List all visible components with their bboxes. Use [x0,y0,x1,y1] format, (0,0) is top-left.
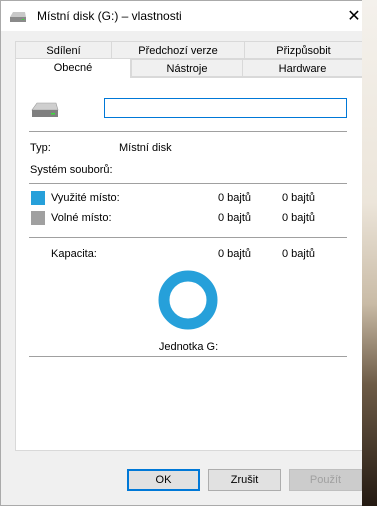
drive-letter-label: Jednotka G: [158,341,219,353]
tab-sharing[interactable]: Sdílení [15,41,112,59]
window-title: Místní disk (G:) – vlastnosti [37,9,182,23]
capacity-label: Kapacita: [51,248,97,260]
donut-free-arc [158,270,218,330]
type-value: Místní disk [119,142,172,154]
free-space-label: Volné místo: [51,212,112,224]
separator [29,131,347,132]
tab-previous-versions[interactable]: Předchozí verze [111,41,245,59]
cancel-button[interactable]: Zrušit [208,469,281,491]
usage-donut [158,270,218,330]
separator [29,356,347,357]
general-panel [15,77,363,451]
tab-label: Sdílení [46,45,81,57]
desktop-background-right [362,0,377,506]
free-space-size: 0 bajtů [281,212,315,224]
tab-label: Přizpůsobit [276,45,331,57]
capacity-size: 0 bajtů [281,248,315,260]
tab-label: Nástroje [166,63,208,75]
capacity-bytes: 0 bajtů [217,248,251,260]
tab-label: Hardware [278,63,327,75]
drive-icon [10,12,26,22]
free-space-bytes: 0 bajtů [217,212,251,224]
tab-hardware[interactable]: Hardware [242,59,363,77]
tab-label: Předchozí verze [138,45,218,57]
used-space-size: 0 bajtů [281,192,315,204]
tab-general[interactable]: Obecné [15,58,131,78]
title-bar[interactable]: Místní disk (G:) – vlastnosti ✕ [1,1,376,31]
used-space-bytes: 0 bajtů [217,192,251,204]
drive-name-input[interactable] [104,98,347,118]
ok-button[interactable]: OK [127,469,200,491]
tab-customize[interactable]: Přizpůsobit [244,41,363,59]
close-icon: ✕ [347,8,361,25]
used-space-swatch [31,191,45,205]
tab-tools[interactable]: Nástroje [131,59,243,77]
separator [29,183,347,184]
drive-large-icon [31,102,59,117]
properties-dialog: Místní disk (G:) – vlastnosti ✕ Sdílení … [0,0,377,506]
apply-button[interactable]: Použít [289,469,362,491]
free-space-swatch [31,211,45,225]
tab-label: Obecné [53,62,93,74]
separator [29,237,347,238]
used-space-label: Využité místo: [51,192,120,204]
filesystem-label: Systém souborů: [30,164,113,176]
type-label: Typ: [30,142,51,154]
